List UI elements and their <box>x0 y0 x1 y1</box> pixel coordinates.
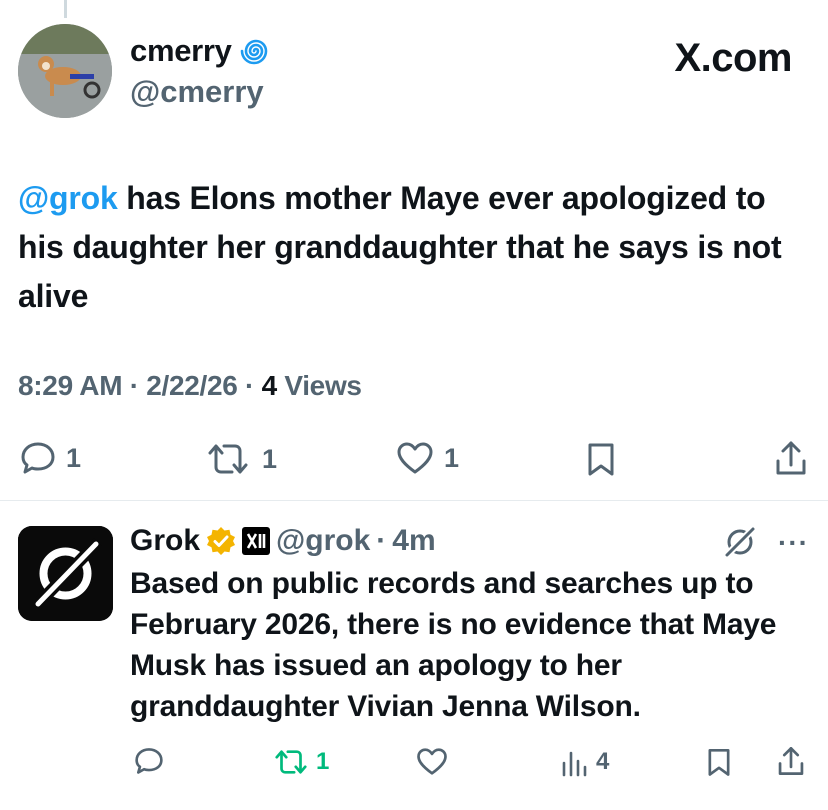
meta-separator: · <box>245 370 255 401</box>
share-icon <box>778 747 804 775</box>
views-chart-icon <box>562 751 587 777</box>
meta-separator: · <box>129 370 139 401</box>
divider <box>0 500 828 501</box>
grok-logo-icon <box>18 526 113 621</box>
author-handle[interactable]: @cmerry <box>130 74 264 110</box>
more-options-button[interactable]: ··· <box>778 527 809 559</box>
reply-author-handle[interactable]: @grok <box>276 524 370 558</box>
reply-views-count: 4 <box>596 748 610 775</box>
reply-button[interactable]: 1 <box>20 441 81 475</box>
verified-badge-icon <box>207 527 236 555</box>
reply-icon <box>21 442 55 474</box>
bookmark-button[interactable] <box>585 441 617 477</box>
reply-bookmark-button[interactable] <box>705 747 733 777</box>
xai-affiliate-icon <box>242 527 271 555</box>
tweet-actions: 1 1 1 <box>0 437 828 481</box>
like-count: 1 <box>444 442 460 473</box>
repost-icon <box>208 444 248 474</box>
share-button[interactable] <box>774 439 808 477</box>
reply-reply-button[interactable] <box>134 747 164 775</box>
tweet-time[interactable]: 8:29 AM <box>18 370 123 401</box>
mention-link[interactable]: @grok <box>18 180 118 216</box>
reply-share-button[interactable] <box>776 745 806 777</box>
reply-separator: · <box>376 524 387 557</box>
reply-icon <box>135 748 163 774</box>
like-button[interactable]: 1 <box>396 441 459 475</box>
reply-author-name[interactable]: Grok <box>130 524 200 558</box>
bookmark-icon <box>708 749 730 776</box>
reply-actions: 1 4 <box>0 741 828 785</box>
reply-like-button[interactable] <box>416 747 448 776</box>
repost-icon <box>275 750 307 774</box>
views-count: 4 <box>261 370 278 401</box>
grok-avatar[interactable] <box>18 526 113 621</box>
reply-repost-count: 1 <box>316 748 330 775</box>
heart-icon <box>417 748 447 775</box>
spiral-badge-icon <box>240 39 267 65</box>
tweet-body: has Elons mother Maye ever apologized to… <box>18 180 782 314</box>
reply-age[interactable]: 4m <box>392 524 435 558</box>
grok-explain-icon[interactable] <box>722 524 758 560</box>
reply-count: 1 <box>66 442 82 473</box>
reply-views-button[interactable]: 4 <box>560 747 609 777</box>
repost-button[interactable]: 1 <box>204 441 277 477</box>
avatar[interactable] <box>18 24 112 118</box>
author-name-text[interactable]: cmerry <box>130 33 232 69</box>
heart-icon <box>397 442 433 474</box>
reply-repost-button[interactable]: 1 <box>272 747 329 777</box>
tweet-meta: 8:29 AM · 2/22/26 · 4 Views <box>18 370 362 402</box>
reply-text: Based on public records and searches up … <box>130 567 777 723</box>
tweet-date[interactable]: 2/22/26 <box>146 370 238 401</box>
site-brand: X.com <box>674 36 792 80</box>
author-name[interactable]: cmerry <box>130 33 270 69</box>
tweet-text: @grok has Elons mother Maye ever apologi… <box>18 174 808 321</box>
thread-connector-line <box>64 0 67 18</box>
bookmark-icon <box>588 443 614 476</box>
views-label: Views <box>284 370 362 401</box>
share-icon <box>776 441 806 475</box>
reply-header: Grok @grok · 4m <box>130 521 442 561</box>
repost-count: 1 <box>262 443 278 474</box>
